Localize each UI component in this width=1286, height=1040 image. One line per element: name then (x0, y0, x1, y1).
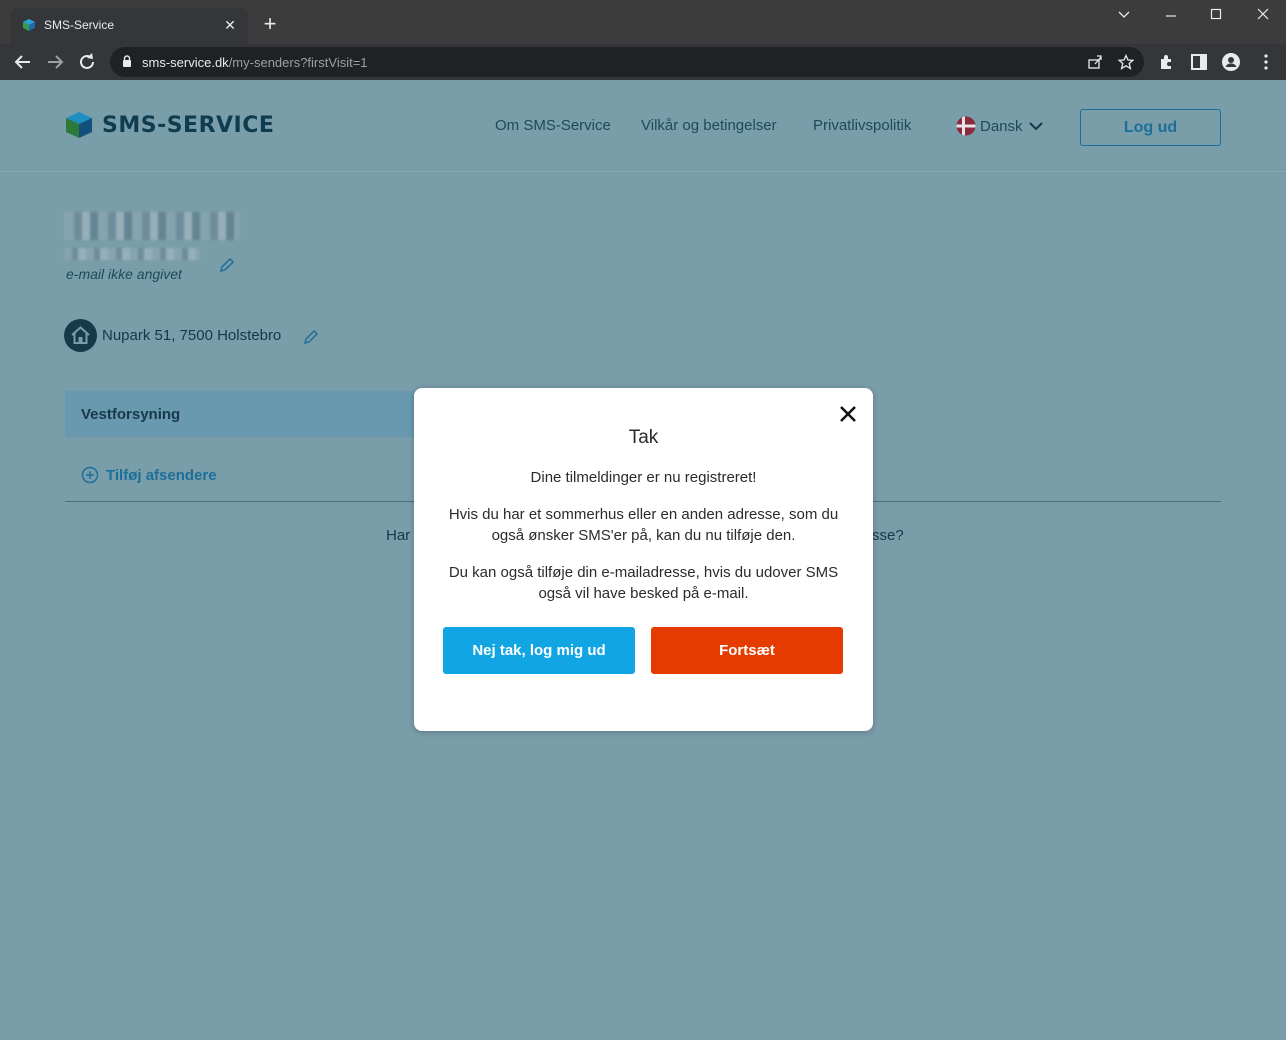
new-tab-icon[interactable]: + (258, 12, 282, 36)
url-path: /my-senders?firstVisit=1 (228, 55, 368, 70)
sms-service-favicon-icon (23, 19, 35, 31)
site-header: SMS-SERVICE Om SMS-Service Vilkår og bet… (0, 80, 1286, 172)
tab-strip: SMS-Service ✕ + (0, 0, 1286, 44)
nav-link-about[interactable]: Om SMS-Service (495, 117, 611, 134)
browser-chrome: SMS-Service ✕ + sms-service.dk/my-sender… (0, 0, 1286, 80)
logout-button[interactable]: Log ud (1080, 109, 1221, 146)
redacted-name (64, 212, 240, 240)
language-selector[interactable]: Dansk (956, 116, 1043, 136)
url-host: sms-service.dk (142, 55, 229, 70)
address-text: Nupark 51, 7500 Holstebro (102, 327, 282, 344)
sms-service-logo-icon (66, 112, 92, 138)
thank-you-modal: Tak Dine tilmeldinger er nu registreret!… (414, 388, 873, 731)
back-arrow-icon[interactable] (11, 50, 35, 74)
maximize-icon[interactable] (1201, 8, 1231, 24)
add-sender-label: Tilføj afsendere (106, 466, 217, 484)
chevron-down-icon[interactable] (1109, 8, 1139, 24)
modal-email-hint: Du kan også tilføje din e-mailadresse, h… (448, 564, 839, 602)
nav-link-privacy[interactable]: Privatlivspolitik (813, 117, 911, 134)
chevron-down-icon (1028, 122, 1043, 131)
address-bar[interactable]: sms-service.dk/my-senders?firstVisit=1 (110, 47, 1144, 77)
lock-icon (123, 55, 131, 67)
browser-toolbar: sms-service.dk/my-senders?firstVisit=1 (0, 44, 1286, 80)
share-icon[interactable] (1087, 54, 1103, 70)
danish-flag-icon (956, 116, 976, 136)
redacted-phone (64, 248, 200, 260)
logo-text: SMS-SERVICE (102, 112, 275, 138)
url-text: sms-service.dk/my-senders?firstVisit=1 (142, 55, 368, 70)
forward-arrow-icon[interactable] (43, 50, 67, 74)
background-text-left: Har (386, 527, 411, 544)
browser-tab[interactable]: SMS-Service ✕ (10, 8, 248, 44)
add-sender-link[interactable]: Tilføj afsendere (81, 466, 217, 484)
tab-title: SMS-Service (44, 18, 115, 32)
background-text-right: sse? (872, 527, 904, 544)
sender-item[interactable]: Vestforsyning (65, 391, 425, 437)
nav-link-terms[interactable]: Vilkår og betingelser (641, 117, 777, 134)
profile-avatar-icon[interactable] (1221, 52, 1241, 72)
minimize-icon[interactable] (1156, 8, 1186, 24)
close-window-icon[interactable] (1248, 8, 1278, 24)
modal-title: Tak (628, 427, 659, 448)
edit-email-pencil-icon[interactable] (218, 256, 236, 274)
tab-close-icon[interactable]: ✕ (220, 15, 240, 35)
home-icon (64, 319, 97, 352)
email-value: e-mail ikke angivet (66, 266, 182, 282)
site-logo[interactable]: SMS-SERVICE (64, 110, 274, 140)
kebab-menu-icon[interactable] (1256, 52, 1276, 72)
no-thanks-logout-button[interactable]: Nej tak, log mig ud (443, 627, 635, 674)
continue-button[interactable]: Fortsæt (651, 627, 843, 674)
language-label: Dansk (980, 117, 1023, 135)
edit-address-pencil-icon[interactable] (302, 328, 320, 346)
modal-confirmation-text: Dine tilmeldinger er nu registreret! (530, 469, 757, 486)
close-icon[interactable] (838, 404, 858, 424)
bookmark-star-icon[interactable] (1118, 54, 1134, 70)
reload-icon[interactable] (75, 50, 99, 74)
plus-circle-icon (81, 466, 99, 484)
sender-name: Vestforsyning (81, 406, 181, 423)
extensions-puzzle-icon[interactable] (1157, 52, 1177, 72)
side-panel-icon[interactable] (1189, 52, 1209, 72)
modal-address-hint: Hvis du har et sommerhus eller en anden … (448, 506, 839, 544)
